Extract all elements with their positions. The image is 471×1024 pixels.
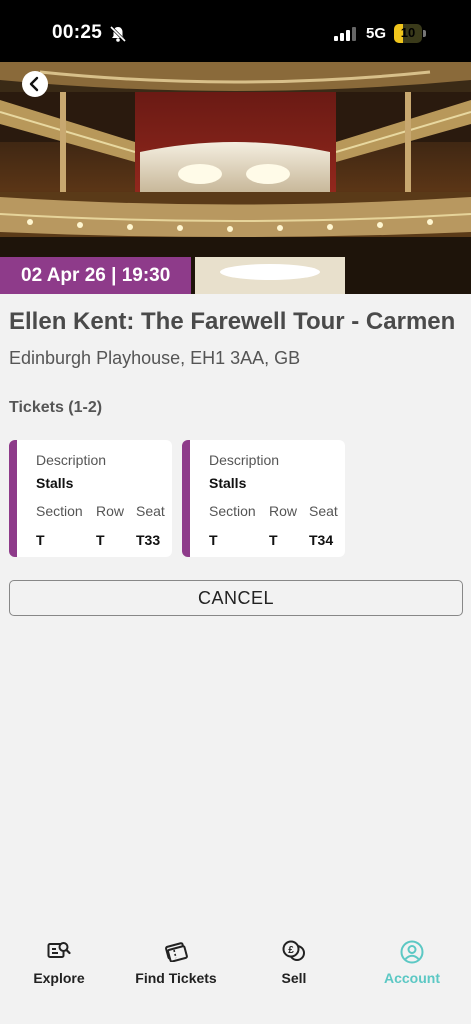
ticket-card: Description Stalls Section Row Seat T T … [182,440,345,557]
nav-label: Sell [281,970,307,986]
nav-find-tickets[interactable]: Find Tickets [117,930,235,1000]
section-label: Section [209,503,256,519]
bell-off-icon [109,25,127,48]
tickets-icon [165,942,188,962]
status-bar: 00:25 5G 10 [0,0,471,62]
nav-explore[interactable]: Explore [0,930,118,1000]
battery-level: 10 [400,25,416,40]
description-label: Description [36,452,107,468]
signal-icon [334,27,358,46]
nav-account[interactable]: Account [353,930,471,1000]
nav-label: Find Tickets [135,970,217,986]
account-icon [400,940,424,964]
chevron-left-icon [29,76,39,92]
back-button[interactable] [22,71,48,97]
status-time: 00:25 [52,22,103,43]
ticket-card: Description Stalls Section Row Seat T T … [9,440,172,557]
svg-text:£: £ [288,945,294,956]
seat-value: T33 [136,532,161,548]
tickets-heading: Tickets (1-2) [9,399,103,416]
seat-label: Seat [136,503,165,519]
row-value: T [96,532,105,548]
seat-value: T34 [309,532,334,548]
row-label: Row [269,503,298,519]
battery-icon: 10 [394,24,426,43]
seat-label: Seat [309,503,338,519]
event-image: 02 Apr 26 | 19:30 [0,62,471,294]
section-value: T [209,532,218,548]
bottom-nav: Explore Find Tickets £ Sell Account [0,930,471,1024]
row-label: Row [96,503,125,519]
explore-icon [47,942,71,958]
row-value: T [269,532,278,548]
section-value: T [36,532,45,548]
network-type: 5G [366,25,387,42]
section-label: Section [36,503,83,519]
nav-sell[interactable]: £ Sell [235,930,353,1000]
description-value: Stalls [36,475,74,491]
cancel-button[interactable]: CANCEL [9,580,463,616]
sell-icon: £ [282,940,305,961]
description-label: Description [209,452,280,468]
nav-label: Account [384,970,440,986]
nav-label: Explore [33,970,85,986]
event-date-badge: 02 Apr 26 | 19:30 [0,257,191,294]
description-value: Stalls [209,475,247,491]
event-venue: Edinburgh Playhouse, EH1 3AA, GB [9,348,301,368]
event-title: Ellen Kent: The Farewell Tour - Carmen [9,308,456,335]
